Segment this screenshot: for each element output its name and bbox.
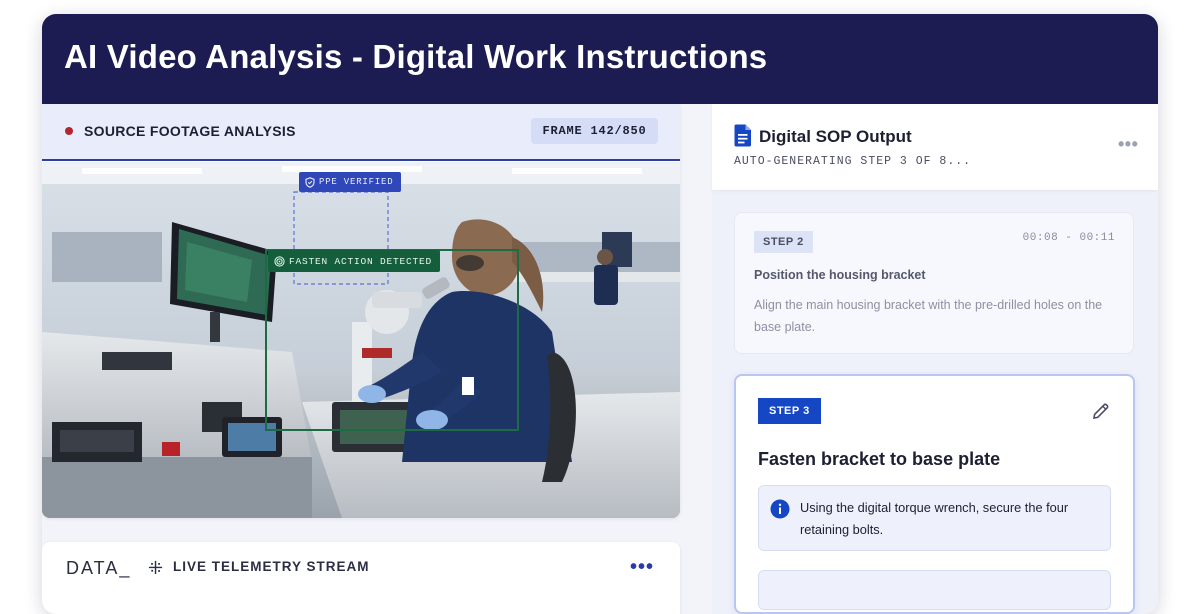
sop-title: Digital SOP Output <box>759 127 912 146</box>
step-2-title: Position the housing bracket <box>754 268 926 282</box>
edit-pencil-icon[interactable] <box>1092 402 1110 420</box>
sop-header: Digital SOP Output AUTO-GENERATING STEP … <box>712 104 1158 190</box>
sop-more-button[interactable]: ••• <box>1118 134 1138 155</box>
step-2-badge: STEP 2 <box>754 231 813 253</box>
telemetry-more-button[interactable]: ••• <box>630 556 654 579</box>
step-card-2[interactable]: STEP 2 00:08 - 00:11 Position the housin… <box>734 212 1134 354</box>
frame-counter-badge: FRAME 142/850 <box>531 118 658 144</box>
step-card-3[interactable]: STEP 3 Fasten bracket to base plate Usin… <box>734 374 1135 614</box>
source-footage-label: SOURCE FOOTAGE ANALYSIS <box>84 123 296 139</box>
shield-icon <box>305 176 315 188</box>
source-footage-panel: SOURCE FOOTAGE ANALYSIS FRAME 142/850 PP… <box>42 104 680 518</box>
video-frame[interactable]: PPE VERIFIED FASTEN ACTION DETECTED <box>42 162 680 518</box>
ppe-verified-tag: PPE VERIFIED <box>299 172 402 192</box>
step-3-note-text: Using the digital torque wrench, secure … <box>800 500 1069 537</box>
sparkle-icon: ⁜ <box>148 558 164 578</box>
target-icon <box>274 255 285 267</box>
document-icon <box>734 124 751 147</box>
page-title: AI Video Analysis - Digital Work Instruc… <box>64 38 768 75</box>
step-2-description: Align the main housing bracket with the … <box>754 298 1103 334</box>
sop-output-panel: Digital SOP Output AUTO-GENERATING STEP … <box>712 104 1158 614</box>
step-3-title: Fasten bracket to base plate <box>758 449 1001 469</box>
fasten-action-tag: FASTEN ACTION DETECTED <box>268 250 441 272</box>
telemetry-label: LIVE TELEMETRY STREAM <box>173 559 370 574</box>
step-3-badge: STEP 3 <box>758 398 821 424</box>
telemetry-panel: DATA_ ⁜ LIVE TELEMETRY STREAM ••• <box>42 542 680 614</box>
step-3-secondary-block <box>758 570 1111 610</box>
sop-status: AUTO-GENERATING STEP 3 OF 8... <box>734 155 972 168</box>
ppe-verified-label: PPE VERIFIED <box>319 177 394 187</box>
lab-footage-image <box>42 162 680 518</box>
step-2-timestamp: 00:08 - 00:11 <box>1022 232 1115 244</box>
app-window: AI Video Analysis - Digital Work Instruc… <box>42 14 1158 614</box>
fasten-action-label: FASTEN ACTION DETECTED <box>289 255 433 267</box>
info-icon <box>770 499 790 519</box>
step-3-instruction-note: Using the digital torque wrench, secure … <box>758 485 1111 551</box>
data-logo: DATA_ <box>66 558 132 578</box>
recording-indicator-icon <box>65 127 73 135</box>
source-footage-header: SOURCE FOOTAGE ANALYSIS FRAME 142/850 <box>42 104 680 161</box>
app-header: AI Video Analysis - Digital Work Instruc… <box>42 14 1158 104</box>
